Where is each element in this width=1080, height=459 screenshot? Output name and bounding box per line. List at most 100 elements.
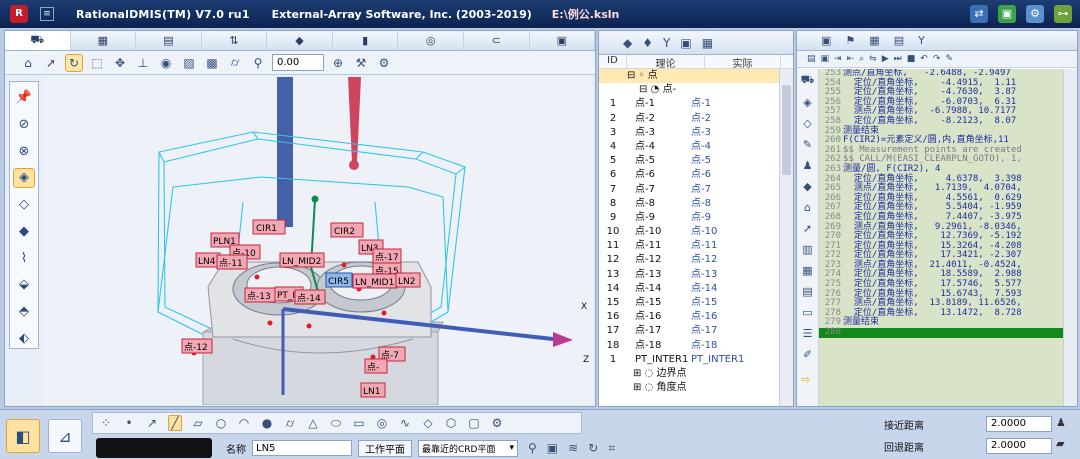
filter-y-icon[interactable]: Y (663, 36, 670, 50)
tab-list[interactable]: ▤ (894, 34, 904, 47)
axis-view-icon[interactable]: ⊥ (134, 54, 152, 72)
label-ln4[interactable]: LN4 (198, 257, 216, 267)
feature-name-input[interactable] (252, 440, 352, 456)
tree-edge-points-row[interactable]: ⊞ ◌ 边界点 (599, 367, 793, 381)
pen-icon[interactable]: ✐ (803, 348, 812, 361)
table-row[interactable]: 13 点-13 点-13 (599, 268, 793, 282)
table-row[interactable]: 15 点-15 点-15 (599, 296, 793, 310)
pin-icon[interactable]: 📌 (13, 88, 35, 108)
table-row[interactable]: 8 点-8 点-8 (599, 197, 793, 211)
select-solid-icon[interactable]: ◆ (13, 222, 35, 242)
eye-icon[interactable]: ◉ (157, 54, 175, 72)
step-icon[interactable]: ⏭ (894, 54, 902, 64)
label-ln-mid2[interactable]: LN_MID2 (282, 257, 321, 267)
open-icon[interactable]: ▤ (807, 54, 816, 64)
window-icon[interactable]: ▭ (802, 306, 812, 319)
table-row[interactable]: 4 点-4 点-4 (599, 140, 793, 154)
polygon-icon[interactable]: ⬡ (444, 416, 458, 430)
table-row[interactable]: 6 点-6 点-6 (599, 168, 793, 182)
label-cir1[interactable]: CIR1 (256, 224, 277, 234)
tree-group-row[interactable]: ⊟ ◔ 点- (599, 83, 793, 97)
code-line-current[interactable]: 280 (819, 327, 1065, 338)
crosshair-icon[interactable]: ⊕ (329, 54, 347, 72)
select-edge-icon[interactable]: ⊗ (13, 141, 35, 161)
tab-table[interactable]: ▤ (136, 31, 202, 50)
home2-icon[interactable]: ⌂ (804, 201, 811, 214)
options-icon[interactable]: ⚙ (1026, 5, 1044, 23)
probe-icon[interactable]: ♟ (803, 159, 813, 172)
column-nominal[interactable]: 理论 (627, 55, 705, 70)
table-row[interactable]: 18 点-18 点-18 (599, 339, 793, 353)
tab-grid[interactable]: ▦ (869, 34, 879, 47)
table-row[interactable]: 5 点-5 点-5 (599, 154, 793, 168)
table-row[interactable]: 1 点-1 点-1 (599, 97, 793, 111)
tree-root-row[interactable]: ⊟ ◦ 点 (599, 69, 793, 84)
column-actual[interactable]: 实际 (705, 55, 781, 70)
table-row[interactable]: 7 点-7 点-7 (599, 183, 793, 197)
approach-input[interactable]: 2.0000 (986, 416, 1052, 432)
column-id[interactable]: ID (599, 55, 627, 68)
tree-scroll-thumb[interactable] (782, 85, 791, 175)
feature-icon[interactable]: ◆ (623, 36, 632, 50)
ellipse-icon[interactable]: ⬭ (329, 416, 343, 431)
label-cir2[interactable]: CIR2 (334, 227, 355, 237)
torus-icon[interactable]: ◎ (375, 416, 389, 430)
label-pt-i[interactable]: PT_I (277, 291, 295, 301)
note-icon[interactable]: ✎ (803, 138, 812, 151)
label-p12[interactable]: 点-12 (184, 342, 208, 353)
undo-icon[interactable]: ↶ (920, 54, 928, 64)
select-point-icon[interactable]: ◈ (13, 168, 35, 188)
curve-icon[interactable]: ∿ (398, 416, 412, 430)
refresh-icon[interactable]: ↻ (588, 441, 598, 455)
screen-icon[interactable]: ▣ (998, 5, 1016, 23)
table-row[interactable]: 14 点-14 点-14 (599, 282, 793, 296)
tab-machine[interactable]: ◎ (398, 31, 464, 50)
label-pt-c[interactable]: 点- (367, 362, 379, 373)
table-row[interactable]: 16 点-16 点-16 (599, 310, 793, 324)
select-all-icon[interactable]: ⬘ (13, 302, 35, 322)
construct-mode-button[interactable]: ⊿ (48, 419, 82, 453)
select-surface-icon[interactable]: ◇ (13, 195, 35, 215)
table-row[interactable]: 10 点-10 点-10 (599, 225, 793, 239)
tree-scrollbar[interactable] (779, 69, 793, 406)
arc-icon[interactable]: ◠ (237, 416, 251, 430)
plane-select[interactable]: 最靠近的CRD平面 ▾ (418, 439, 518, 457)
pan-icon[interactable]: ✥ (111, 54, 129, 72)
measure-mode-button[interactable]: ◧ (6, 419, 40, 453)
dot-icon[interactable]: • (122, 416, 136, 430)
circle-icon[interactable]: ○ (214, 416, 228, 430)
scan-icon[interactable]: ⌗ (608, 441, 615, 456)
tab-output[interactable]: ▣ (530, 31, 596, 50)
cube-icon[interactable]: ◈ (803, 96, 811, 109)
tolerance-icon[interactable]: ♦ (642, 36, 653, 50)
probe-small-icon[interactable]: ♟ (1056, 416, 1074, 429)
sphere-icon[interactable]: ● (260, 416, 274, 430)
tab-program[interactable]: ▣ (821, 34, 831, 47)
tab-flag[interactable]: ⚑ (845, 34, 855, 47)
table-row[interactable]: 3 点-3 点-3 (599, 126, 793, 140)
cylinder-feature-icon[interactable]: ⌭ (283, 416, 297, 431)
table-row[interactable]: 2 点-2 点-2 (599, 112, 793, 126)
label-ln-mid1[interactable]: LN_MID1 (355, 278, 394, 288)
run-icon[interactable]: ▶ (882, 54, 889, 64)
point-tool-icon[interactable]: ⁘ (99, 416, 113, 430)
label-p14[interactable]: 点-14 (297, 293, 321, 304)
3d-viewport[interactable]: X Z CIR1 CIR2 PLN1 LN4 点-10 点-11 LN_MID2… (43, 77, 593, 406)
wave-icon[interactable]: ≋ (568, 441, 578, 455)
gear-icon[interactable]: ⚙ (490, 416, 504, 430)
retract-input[interactable]: 2.0000 (986, 438, 1052, 454)
vector-point-icon[interactable]: ↗ (145, 416, 159, 430)
settings-tool-icon[interactable]: ⚙ (375, 54, 393, 72)
select-icon[interactable]: ⊘ (13, 115, 35, 135)
zoom-window-icon[interactable]: ⬚ (88, 54, 106, 72)
label-ln1[interactable]: LN1 (363, 387, 380, 397)
chart-icon[interactable]: ▥ (802, 243, 812, 256)
label-p13[interactable]: 点-13 (247, 291, 271, 302)
label-p17[interactable]: 点-17 (375, 252, 399, 263)
table-row[interactable]: 11 点-11 点-11 (599, 239, 793, 253)
outdent-icon[interactable]: ⇤ (847, 54, 855, 64)
image-icon[interactable]: ▨ (180, 54, 198, 72)
stop-icon[interactable]: ■ (907, 54, 916, 64)
probe-view-icon[interactable]: ⚲ (249, 54, 267, 72)
find-icon[interactable]: ⌕ (859, 54, 864, 64)
